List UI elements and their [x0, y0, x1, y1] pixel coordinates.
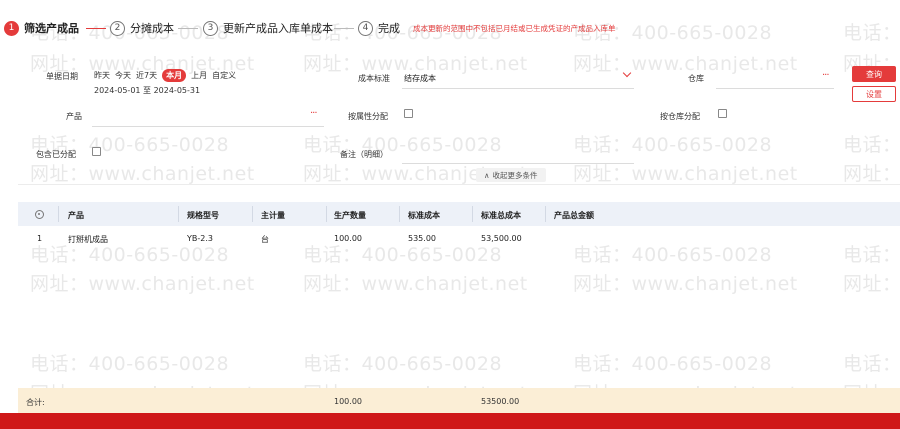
quick-date-group: 昨天 今天 近7天 本月 上月 自定义: [94, 69, 236, 82]
by-warehouse-checkbox[interactable]: [718, 109, 727, 118]
quick-date-last-month[interactable]: 上月: [191, 70, 207, 81]
table-header: 产品 规格型号 主计量 生产数量 标准成本 标准总成本 产品总金额: [18, 202, 900, 226]
step-connector: [334, 28, 354, 29]
cell-product: 打掰机成品: [68, 235, 108, 244]
col-amount[interactable]: 产品总金额: [554, 210, 594, 221]
step-label: 完成: [378, 22, 400, 35]
column-divider: [252, 206, 253, 222]
cell-unit: 台: [261, 235, 269, 244]
col-qty[interactable]: 生产数量: [334, 210, 366, 221]
column-divider: [178, 206, 179, 222]
row-index: 1: [37, 234, 43, 243]
by-warehouse-label: 按仓库分配: [660, 112, 700, 121]
column-divider: [399, 206, 400, 222]
step-number: 4: [358, 20, 373, 36]
step-connector: [178, 28, 198, 29]
column-divider: [58, 206, 59, 222]
step-label: 分摊成本: [130, 22, 174, 35]
more-icon[interactable]: ···: [822, 70, 829, 81]
quick-date-this-month[interactable]: 本月: [162, 69, 187, 82]
quick-date-last7[interactable]: 近7天: [136, 70, 157, 81]
more-icon[interactable]: ···: [310, 108, 317, 119]
cost-standard-select[interactable]: 结存成本: [404, 73, 436, 84]
query-button[interactable]: 查询: [852, 66, 896, 82]
cell-qty: 100.00: [334, 234, 362, 243]
cell-std-cost: 535.00: [408, 234, 436, 243]
filter-panel: 单据日期 昨天 今天 近7天 本月 上月 自定义 2024-05-01 至 20…: [18, 56, 900, 185]
step-allocate-cost[interactable]: 2 分摊成本: [110, 12, 174, 44]
remark-label: 备注（明细）: [340, 150, 388, 159]
col-std-total[interactable]: 标准总成本: [481, 210, 521, 221]
step-number: 1: [4, 20, 19, 36]
warehouse-underline: [716, 88, 834, 89]
date-label: 单据日期: [46, 72, 78, 81]
col-std-cost[interactable]: 标准成本: [408, 210, 440, 221]
cell-spec: YB-2.3: [187, 234, 213, 243]
wizard-steps: 1 筛选产成品 2 分摊成本 3 更新产成品入库单成本 4 完成 成本更新的范围…: [0, 12, 900, 48]
step-number: 3: [203, 20, 218, 36]
total-std-total: 53500.00: [481, 397, 520, 406]
collapse-label: 收起更多条件: [492, 170, 538, 180]
step-filter-products[interactable]: 1 筛选产成品: [4, 12, 79, 44]
date-range-value[interactable]: 2024-05-01 至 2024-05-31: [94, 85, 200, 96]
bottom-red-bar: [0, 413, 900, 429]
step-number: 2: [110, 20, 125, 36]
col-product[interactable]: 产品: [68, 210, 84, 221]
step-update-inbound-cost[interactable]: 3 更新产成品入库单成本: [203, 12, 333, 44]
product-table: 产品 规格型号 主计量 生产数量 标准成本 标准总成本 产品总金额 1 打掰机成…: [18, 202, 900, 413]
step-warning-note: 成本更新的范围中不包括已月结或已生成凭证的产成品入库单: [413, 24, 616, 33]
step-label: 筛选产成品: [24, 22, 79, 35]
cell-std-total: 53,500.00: [481, 234, 522, 243]
product-label: 产品: [66, 112, 82, 121]
column-divider: [545, 206, 546, 222]
include-allocated-checkbox[interactable]: [92, 147, 101, 156]
step-finish[interactable]: 4 完成: [358, 12, 400, 44]
collapse-conditions-button[interactable]: ∧ 收起更多条件: [476, 168, 546, 182]
remark-input[interactable]: [404, 149, 634, 161]
table-footer-totals: 合计: 100.00 53500.00: [18, 388, 900, 413]
quick-date-custom[interactable]: 自定义: [212, 70, 236, 81]
step-connector: [86, 28, 106, 29]
include-allocated-label: 包含已分配: [36, 150, 76, 159]
step-label: 更新产成品入库单成本: [223, 22, 333, 35]
column-divider: [326, 206, 327, 222]
product-underline: [92, 126, 324, 127]
cost-standard-underline: [402, 88, 634, 89]
warehouse-label: 仓库: [688, 74, 704, 83]
by-attribute-label: 按属性分配: [348, 112, 388, 121]
total-label: 合计:: [26, 398, 45, 407]
cost-standard-label: 成本标准: [358, 74, 390, 83]
col-spec[interactable]: 规格型号: [187, 210, 219, 221]
col-unit[interactable]: 主计量: [261, 210, 285, 221]
column-divider: [472, 206, 473, 222]
settings-button[interactable]: 设置: [852, 86, 896, 102]
quick-date-today[interactable]: 今天: [115, 70, 131, 81]
total-qty: 100.00: [334, 397, 362, 406]
by-attribute-checkbox[interactable]: [404, 109, 413, 118]
column-settings-icon[interactable]: [35, 210, 44, 219]
quick-date-yesterday[interactable]: 昨天: [94, 70, 110, 81]
chevron-down-icon[interactable]: [622, 68, 632, 78]
remark-underline: [402, 163, 634, 164]
chevron-up-icon: ∧: [484, 170, 490, 180]
panel-divider: [18, 184, 900, 185]
